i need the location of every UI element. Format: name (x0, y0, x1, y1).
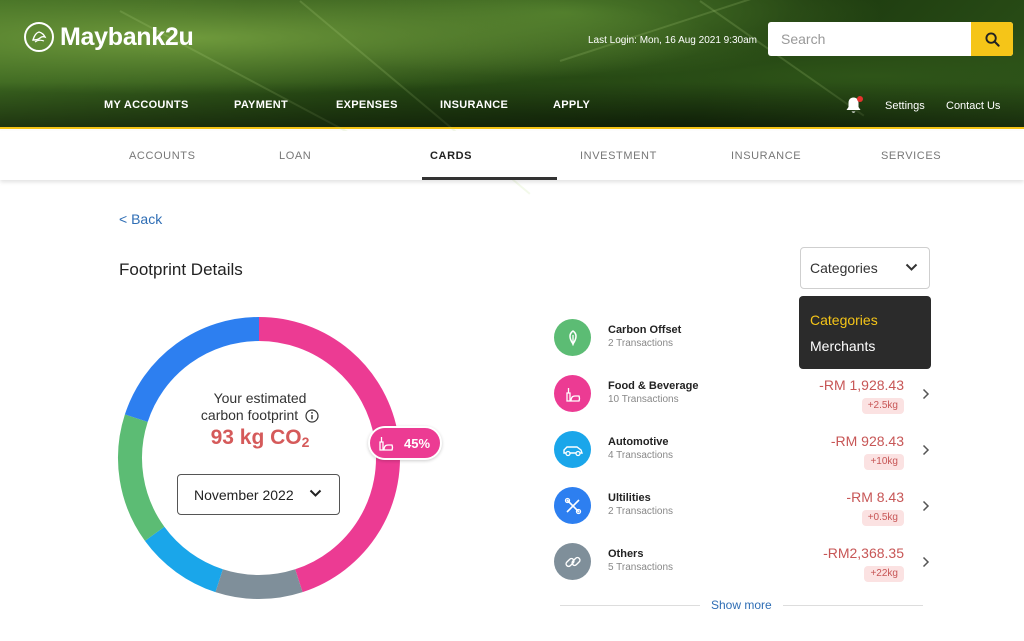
site-header: Maybank2u Last Login: Mon, 16 Aug 2021 9… (0, 0, 1024, 195)
footprint-value-subscript: 2 (301, 434, 310, 450)
category-amount: -RM 1,928.43 (819, 377, 904, 393)
search-icon (984, 31, 1000, 47)
estimate-label-line1: Your estimated (213, 390, 307, 406)
category-row-food-beverage[interactable]: Food & Beverage 10 Transactions -RM 1,92… (554, 375, 934, 415)
category-transactions: 10 Transactions (608, 394, 679, 405)
nav-payment[interactable]: PAYMENT (234, 99, 288, 111)
contact-us-link[interactable]: Contact Us (946, 100, 1000, 112)
tab-services[interactable]: SERVICES (881, 150, 941, 162)
nav-apply[interactable]: APPLY (553, 99, 590, 111)
divider (783, 605, 923, 606)
search-box (768, 22, 1013, 56)
category-row-others[interactable]: Others 5 Transactions -RM2,368.35 +22kg (554, 543, 934, 583)
maybank-logo[interactable]: Maybank2u (24, 22, 194, 52)
divider (560, 605, 700, 606)
chevron-right-icon (922, 388, 930, 400)
category-name: Food & Beverage (608, 380, 699, 392)
category-icon-circle (554, 375, 591, 412)
chevron-right-icon (922, 556, 930, 568)
search-button[interactable] (971, 22, 1013, 56)
estimate-label-line2-wrap: carbon footprint (170, 407, 350, 424)
category-icon-circle (554, 431, 591, 468)
category-name: Carbon Offset (608, 324, 682, 336)
tiger-emblem-icon (24, 22, 54, 52)
last-login-text: Last Login: Mon, 16 Aug 2021 9:30am (588, 35, 758, 46)
chevron-down-icon (309, 489, 322, 497)
category-carbon-badge: +22kg (864, 566, 904, 582)
notifications-button[interactable] (845, 96, 863, 120)
estimate-label-line2: carbon footprint (200, 407, 299, 423)
food-icon (379, 437, 394, 451)
brand-name: Maybank2u (60, 22, 194, 51)
category-transactions: 4 Transactions (608, 450, 674, 461)
info-icon[interactable] (305, 409, 319, 423)
nav-my-accounts[interactable]: MY ACCOUNTS (104, 99, 189, 111)
category-filter-select[interactable]: Categories (800, 247, 930, 289)
back-link[interactable]: < Back (119, 211, 162, 227)
category-filter-value: Categories (810, 260, 878, 276)
car-icon (562, 445, 583, 456)
page-title: Footprint Details (119, 260, 243, 279)
search-input[interactable] (768, 22, 971, 56)
category-icon-circle (554, 487, 591, 524)
category-transactions: 2 Transactions (608, 338, 674, 349)
donut-segment-others[interactable] (215, 569, 303, 599)
category-row-utilities[interactable]: Ultilities 2 Transactions -RM 8.43 +0.5k… (554, 487, 934, 527)
footprint-estimate: Your estimated carbon footprint (170, 390, 350, 424)
tab-loan[interactable]: LOAN (279, 150, 311, 162)
chevron-right-icon (922, 500, 930, 512)
chevron-right-icon (922, 444, 930, 456)
chevron-down-icon (905, 263, 918, 271)
donut-segment-automotive[interactable] (144, 526, 224, 593)
category-amount: -RM2,368.35 (823, 545, 904, 561)
settings-link[interactable]: Settings (885, 100, 925, 112)
category-transactions: 5 Transactions (608, 562, 674, 573)
tab-investment[interactable]: INVESTMENT (580, 150, 657, 162)
donut-segment-food-beverage[interactable] (258, 317, 400, 593)
category-name: Others (608, 548, 644, 560)
notification-dot (857, 96, 863, 102)
category-name: Automotive (608, 436, 669, 448)
highlight-percent-value: 45% (404, 435, 431, 451)
dropdown-option-merchants[interactable]: Merchants (810, 338, 875, 354)
category-carbon-badge: +2.5kg (861, 398, 904, 414)
sub-nav: ACCOUNTS LOAN CARDS INVESTMENT INSURANCE… (0, 131, 1024, 180)
dropdown-option-categories[interactable]: Categories (810, 312, 878, 328)
footprint-value-text: 93 kg CO (210, 426, 302, 449)
category-carbon-badge: +10kg (864, 454, 904, 470)
food-icon (565, 387, 580, 402)
category-transactions: 2 Transactions (608, 506, 674, 517)
month-select[interactable]: November 2022 (177, 474, 340, 515)
active-tab-indicator (422, 177, 557, 180)
month-select-value: November 2022 (194, 486, 294, 503)
tab-cards[interactable]: CARDS (430, 150, 472, 162)
leaf-icon (568, 329, 577, 345)
leaf-texture (559, 0, 770, 62)
tab-accounts[interactable]: ACCOUNTS (129, 150, 196, 162)
main-nav: MY ACCOUNTS PAYMENT EXPENSES INSURANCE A… (0, 99, 1024, 117)
category-carbon-badge: +0.5kg (861, 510, 904, 526)
link-icon (564, 556, 581, 567)
nav-insurance[interactable]: INSURANCE (440, 99, 508, 111)
category-name: Ultilities (608, 492, 651, 504)
tab-insurance[interactable]: INSURANCE (731, 150, 801, 162)
nav-expenses[interactable]: EXPENSES (336, 99, 398, 111)
footprint-donut-chart (118, 317, 400, 599)
category-amount: -RM 928.43 (830, 433, 904, 449)
category-amount: -RM 8.43 (846, 489, 904, 505)
category-row-automotive[interactable]: Automotive 4 Transactions -RM 928.43 +10… (554, 431, 934, 471)
show-more-link[interactable]: Show more (711, 598, 772, 612)
category-icon-circle (554, 543, 591, 580)
footprint-value: 93 kg CO2 (170, 426, 350, 450)
highlight-percent-badge: 45% (368, 426, 442, 460)
category-icon-circle (554, 319, 591, 356)
category-filter-dropdown: Categories Merchants (799, 296, 931, 369)
donut-segment-utilities[interactable] (118, 414, 165, 541)
tools-icon (564, 497, 581, 514)
